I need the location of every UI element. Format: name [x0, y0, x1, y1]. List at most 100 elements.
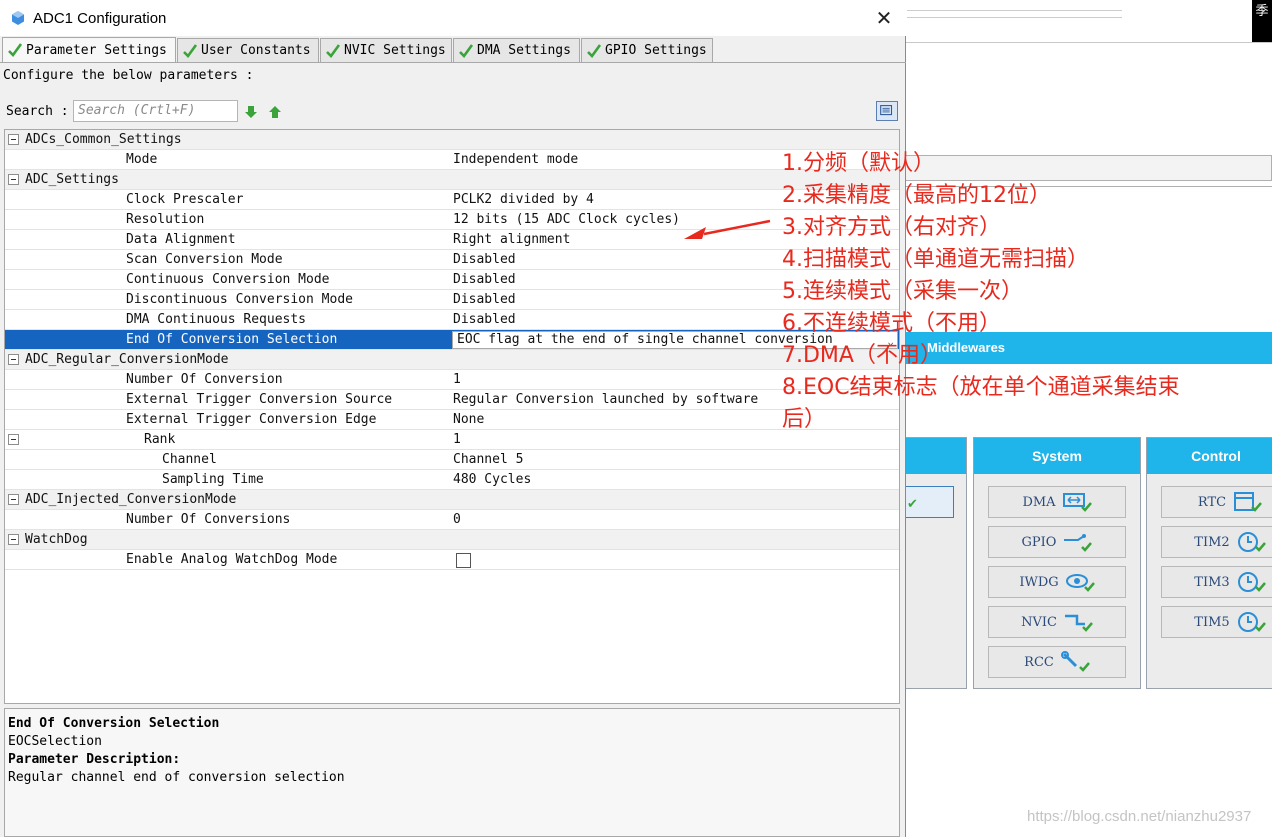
param-value[interactable]: Disabled: [453, 272, 516, 287]
group-row-adcs-common[interactable]: ADCs_Common_Settings: [5, 130, 899, 150]
left-category-panel: ✔: [904, 437, 967, 689]
search-row: Search : Search (Crtl+F): [0, 98, 906, 126]
tab-label: GPIO Settings: [605, 43, 707, 58]
param-name: Clock Prescaler: [126, 192, 244, 207]
param-row-number-of-conversions-injected[interactable]: Number Of Conversions 0: [5, 510, 899, 530]
check-icon: [8, 43, 23, 57]
collapse-icon[interactable]: [8, 174, 19, 185]
param-row-channel[interactable]: Channel Channel 5: [5, 450, 899, 470]
collapse-icon[interactable]: [8, 494, 19, 505]
tab-user-constants[interactable]: User Constants: [177, 38, 319, 62]
collapse-icon[interactable]: [8, 354, 19, 365]
param-row-mode[interactable]: Mode Independent mode: [5, 150, 899, 170]
param-row-scan-mode[interactable]: Scan Conversion Mode Disabled: [5, 250, 899, 270]
param-row-clock-prescaler[interactable]: Clock Prescaler PCLK2 divided by 4: [5, 190, 899, 210]
title-bar[interactable]: ADC1 Configuration ✕: [0, 0, 906, 36]
param-value[interactable]: Right alignment: [453, 232, 570, 247]
annotation-arrow: [684, 219, 771, 239]
search-input[interactable]: Search (Crtl+F): [73, 100, 238, 122]
system-header[interactable]: System: [974, 438, 1140, 474]
control-button-tim3[interactable]: TIM3: [1161, 566, 1272, 598]
param-name: Discontinuous Conversion Mode: [126, 292, 353, 307]
close-button[interactable]: ✕: [872, 6, 896, 30]
annotation-line: 4.扫描模式（单通道无需扫描）: [782, 247, 1089, 272]
check-icon: [587, 43, 602, 58]
param-value[interactable]: Independent mode: [453, 152, 578, 167]
system-category-panel: System DMA GPIO IWDG NVIC RCC: [973, 437, 1141, 689]
tab-bar: Parameter Settings User Constants NVIC S…: [0, 37, 906, 62]
selected-peripheral-button[interactable]: ✔: [904, 486, 954, 518]
system-button-gpio[interactable]: GPIO: [988, 526, 1126, 558]
group-row-adc-regular[interactable]: ADC_Regular_ConversionMode: [5, 350, 899, 370]
parameter-description-text: Regular channel end of conversion select…: [8, 770, 345, 785]
param-name: Data Alignment: [126, 232, 236, 247]
system-button-nvic[interactable]: NVIC: [988, 606, 1126, 638]
param-row-analog-watchdog[interactable]: Enable Analog WatchDog Mode: [5, 550, 899, 570]
clock-icon: [1237, 532, 1266, 552]
system-button-dma[interactable]: DMA: [988, 486, 1126, 518]
param-value[interactable]: 1: [453, 432, 461, 447]
param-value[interactable]: Disabled: [453, 292, 516, 307]
param-value[interactable]: 12 bits (15 ADC Clock cycles): [453, 212, 680, 227]
param-row-number-of-conversion[interactable]: Number Of Conversion 1: [5, 370, 899, 390]
param-row-discontinuous-mode[interactable]: Discontinuous Conversion Mode Disabled: [5, 290, 899, 310]
param-name: Mode: [126, 152, 158, 167]
system-button-iwdg[interactable]: IWDG: [988, 566, 1126, 598]
annotation-notes: 1.分频（默认） 2.采集精度（最高的12位） 3.对齐方式（右对齐） 4.扫描…: [782, 148, 1262, 436]
param-row-continuous-mode[interactable]: Continuous Conversion Mode Disabled: [5, 270, 899, 290]
calendar-icon: [1234, 492, 1263, 512]
clock-icon: [1237, 572, 1266, 592]
control-button-tim2[interactable]: TIM2: [1161, 526, 1272, 558]
search-down-icon[interactable]: [243, 104, 259, 120]
analog-watchdog-checkbox[interactable]: [456, 553, 471, 568]
group-name: ADC_Regular_ConversionMode: [25, 352, 229, 367]
param-value[interactable]: PCLK2 divided by 4: [453, 192, 594, 207]
list-view-icon[interactable]: [876, 101, 898, 121]
system-button-rcc[interactable]: RCC: [988, 646, 1126, 678]
param-value[interactable]: Regular Conversion launched by software: [453, 392, 758, 407]
control-category-panel: Control RTC TIM2 TIM3 TIM5: [1146, 437, 1272, 689]
wrench-icon: [1060, 651, 1090, 672]
collapse-icon[interactable]: [8, 434, 19, 445]
group-row-watchdog[interactable]: WatchDog: [5, 530, 899, 550]
param-row-sampling-time[interactable]: Sampling Time 480 Cycles: [5, 470, 899, 490]
tab-label: User Constants: [201, 43, 311, 58]
param-row-dma-requests[interactable]: DMA Continuous Requests Disabled: [5, 310, 899, 330]
param-name: DMA Continuous Requests: [126, 312, 307, 327]
tab-nvic-settings[interactable]: NVIC Settings: [320, 38, 452, 62]
collapse-icon[interactable]: [8, 534, 19, 545]
param-value[interactable]: 1: [453, 372, 461, 387]
search-up-icon[interactable]: [267, 104, 283, 120]
param-name: Resolution: [126, 212, 205, 227]
tab-parameter-settings[interactable]: Parameter Settings: [2, 37, 176, 62]
param-name: Channel: [162, 452, 217, 467]
param-value[interactable]: Channel 5: [453, 452, 523, 467]
check-icon: [183, 43, 198, 58]
dropdown-value: EOC flag at the end of single channel co…: [457, 332, 833, 347]
description-panel: End Of Conversion Selection EOCSelection…: [4, 708, 900, 837]
watermark: https://blog.csdn.net/nianzhu2937: [1027, 808, 1252, 825]
param-row-rank[interactable]: Rank 1: [5, 430, 899, 450]
param-name: Number Of Conversion: [126, 372, 283, 387]
annotation-line: 5.连续模式（采集一次）: [782, 279, 1023, 304]
control-button-tim5[interactable]: TIM5: [1161, 606, 1272, 638]
configure-label: Configure the below parameters :: [3, 68, 254, 83]
param-row-ext-trigger-source[interactable]: External Trigger Conversion Source Regula…: [5, 390, 899, 410]
annotation-line: 1.分频（默认）: [782, 151, 935, 176]
param-value[interactable]: None: [453, 412, 484, 427]
control-button-rtc[interactable]: RTC: [1161, 486, 1272, 518]
param-value[interactable]: Disabled: [453, 312, 516, 327]
tab-gpio-settings[interactable]: GPIO Settings: [581, 38, 713, 62]
control-header[interactable]: Control: [1147, 438, 1272, 474]
param-row-eoc-selection[interactable]: End Of Conversion Selection EOC flag at …: [5, 330, 899, 350]
group-row-adc-injected[interactable]: ADC_Injected_ConversionMode: [5, 490, 899, 510]
background-scrollbar: [907, 10, 1122, 18]
param-row-ext-trigger-edge[interactable]: External Trigger Conversion Edge None: [5, 410, 899, 430]
group-row-adc-settings[interactable]: ADC_Settings: [5, 170, 899, 190]
adc1-configuration-dialog: ADC1 Configuration ✕ Parameter Settings …: [0, 0, 906, 837]
param-value[interactable]: 0: [453, 512, 461, 527]
param-value[interactable]: Disabled: [453, 252, 516, 267]
param-value[interactable]: 480 Cycles: [453, 472, 531, 487]
tab-dma-settings[interactable]: DMA Settings: [453, 38, 580, 62]
collapse-icon[interactable]: [8, 134, 19, 145]
